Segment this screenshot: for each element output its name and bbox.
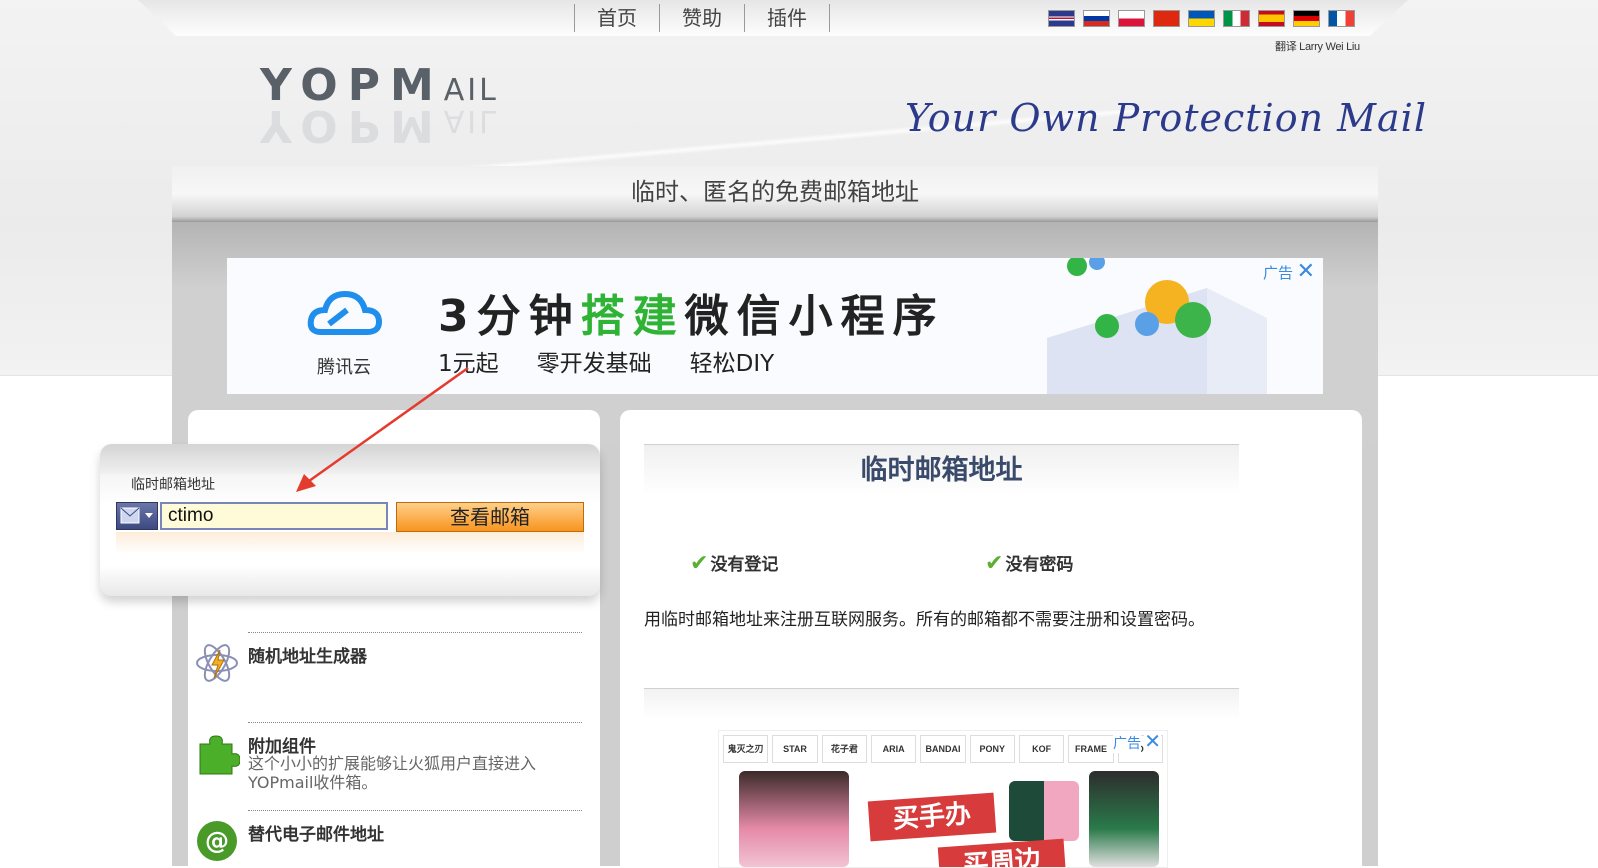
ad-logo: KOF: [1018, 735, 1065, 763]
svg-text:@: @: [205, 827, 229, 855]
flag-cn-icon[interactable]: [1153, 10, 1180, 27]
nav-donate[interactable]: 赞助: [659, 4, 744, 32]
ad-figure-image: [739, 771, 849, 867]
ad-logo: ARIA: [870, 735, 917, 763]
bottom-ad-banner[interactable]: 鬼灭之刃 STAR WARS 花子君 ARIA BANDAI PONY KOF …: [718, 730, 1168, 868]
login-label: 临时邮箱地址: [131, 477, 215, 493]
atom-lightning-icon: [196, 644, 238, 682]
nav-home[interactable]: 首页: [574, 4, 659, 32]
top-ad-banner[interactable]: 腾讯云 3分钟搭建微信小程序 1元起 零开发基础 轻松DIY 广告 ✕: [227, 258, 1323, 394]
flag-it-icon[interactable]: [1223, 10, 1250, 27]
ad-label: 广告: [1113, 733, 1141, 753]
login-box-header: [100, 444, 600, 474]
ad-sub-2: 零开发基础: [536, 351, 652, 377]
info-title: 临时邮箱地址: [860, 455, 1023, 486]
ad-headline: 3分钟搭建微信小程序: [438, 291, 945, 342]
ad-subline: 1元起 零开发基础 轻松DIY: [438, 344, 774, 378]
ad-logo-strip: 鬼灭之刃 STAR WARS 花子君 ARIA BANDAI PONY KOF …: [719, 731, 1167, 765]
nav-plugins[interactable]: 插件: [744, 4, 830, 32]
tencent-cloud-logo-icon: [307, 290, 383, 335]
logo-reflection: YOPMAIL: [260, 100, 499, 151]
feature-alt-address[interactable]: @ 替代电子邮件地址: [194, 810, 586, 866]
mailbox-input[interactable]: ctimo: [160, 502, 388, 530]
at-sign-icon: @: [197, 821, 237, 861]
feature-separator: [248, 632, 582, 633]
check-inbox-button[interactable]: 查看邮箱: [396, 502, 584, 532]
mailbox-dropdown-icon[interactable]: [116, 502, 158, 530]
info-description: 用临时邮箱地址来注册互联网服务。所有的邮箱都不需要注册和设置密码。: [644, 610, 1205, 630]
check-icon: ✔: [985, 551, 1004, 576]
info-separator: [644, 688, 1239, 719]
feature-title: 替代电子邮件地址: [248, 825, 384, 845]
check-icon: ✔: [690, 551, 709, 576]
puzzle-icon: [199, 735, 240, 775]
ad-clothing-image: [1009, 781, 1079, 841]
ad-brand: 腾讯云: [317, 357, 371, 378]
ad-logo: FRAME ARMS: [1068, 735, 1114, 763]
no-registration: ✔ 没有登记: [690, 551, 779, 576]
ad-logo: BANDAI: [920, 735, 966, 763]
flag-es-icon[interactable]: [1258, 10, 1285, 27]
ad-close-icon[interactable]: ✕: [1297, 258, 1315, 284]
ad-close-icon[interactable]: ✕: [1144, 731, 1161, 754]
flag-pl-icon[interactable]: [1118, 10, 1145, 27]
tagline: Your Own Protection Mail: [905, 96, 1427, 140]
page-subtitle: 临时、匿名的免费邮箱地址: [631, 178, 919, 206]
flag-en-icon[interactable]: [1048, 10, 1075, 27]
ad-figure-image-2: [1089, 771, 1159, 867]
ad-sub-3: 轻松DIY: [689, 351, 775, 377]
flag-de-icon[interactable]: [1293, 10, 1320, 27]
translation-credit: 翻译 Larry Wei Liu: [1275, 41, 1360, 53]
ad-sub-1: 1元起: [438, 351, 499, 377]
feature-separator: [248, 810, 582, 811]
main-nav: 首页 赞助 插件: [574, 4, 830, 32]
ad-logo: PONY: [969, 735, 1015, 763]
no-password: ✔ 没有密码: [985, 551, 1074, 576]
ad-logo: 鬼灭之刃: [723, 735, 769, 763]
flag-ua-icon[interactable]: [1188, 10, 1215, 27]
feature-addon[interactable]: 附加组件 这个小小的扩展能够让火狐用户直接进入YOPmail收件箱。: [194, 722, 586, 802]
ad-logo: 花子君: [821, 735, 867, 763]
language-flags: [1048, 10, 1355, 27]
ad-logo: STAR WARS: [772, 735, 818, 763]
flag-fr-icon[interactable]: [1328, 10, 1355, 27]
login-reflection: [116, 532, 584, 554]
feature-title: 随机地址生成器: [248, 647, 367, 667]
flag-ru-icon[interactable]: [1083, 10, 1110, 27]
feature-description: 这个小小的扩展能够让火狐用户直接进入YOPmail收件箱。: [248, 754, 537, 792]
ad-label: 广告: [1262, 265, 1293, 282]
feature-separator: [248, 722, 582, 723]
ad-banner-text: 买周边: [937, 838, 1067, 867]
ad-banner-text: 买手办: [867, 792, 997, 842]
feature-random-address[interactable]: 随机地址生成器: [194, 632, 586, 712]
